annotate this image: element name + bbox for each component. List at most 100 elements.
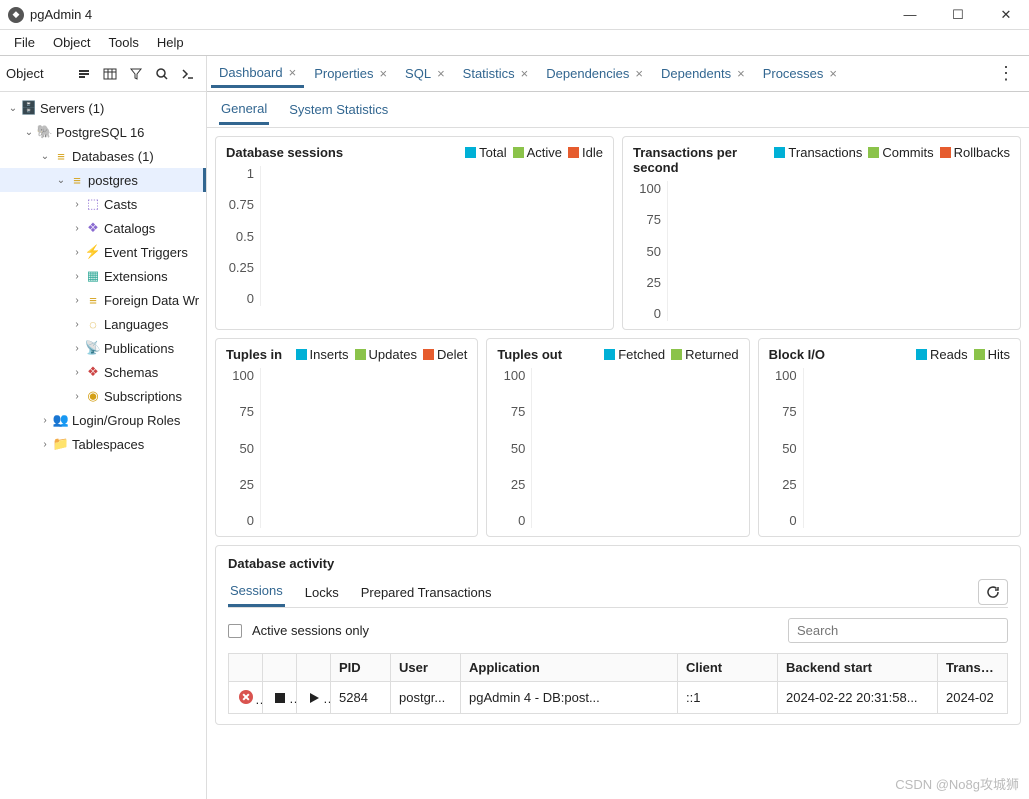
table-row[interactable]: 5284postgr...pgAdmin 4 - DB:post...::120… bbox=[229, 682, 1008, 714]
col-header[interactable]: User bbox=[391, 654, 461, 682]
tree-label: Subscriptions bbox=[104, 389, 182, 404]
close-button[interactable]: ✕ bbox=[991, 7, 1021, 23]
chevron-right-icon[interactable]: › bbox=[70, 223, 84, 234]
tree-fdw[interactable]: ›≡Foreign Data Wr bbox=[0, 288, 206, 312]
act-tab-sessions[interactable]: Sessions bbox=[228, 577, 285, 607]
tree-postgres-db[interactable]: ⌄ ≡ postgres bbox=[0, 168, 206, 192]
close-icon[interactable]: × bbox=[737, 66, 745, 81]
act-tab-prepared[interactable]: Prepared Transactions bbox=[359, 579, 494, 606]
tree-postgresql[interactable]: ⌄ 🐘 PostgreSQL 16 bbox=[0, 120, 206, 144]
legend-swatch bbox=[868, 147, 879, 158]
legend-label: Inserts bbox=[310, 347, 349, 362]
play-cell[interactable] bbox=[297, 682, 331, 714]
stop-cell[interactable] bbox=[263, 682, 297, 714]
close-icon[interactable]: × bbox=[289, 65, 297, 80]
tree-subscriptions[interactable]: ›◉Subscriptions bbox=[0, 384, 206, 408]
close-icon[interactable]: × bbox=[521, 66, 529, 81]
col-header[interactable] bbox=[229, 654, 263, 682]
tree-login-roles[interactable]: › 👥 Login/Group Roles bbox=[0, 408, 206, 432]
subtab-system-stats[interactable]: System Statistics bbox=[287, 96, 390, 123]
tab-dependencies[interactable]: Dependencies× bbox=[538, 60, 651, 88]
legend-item: Transactions bbox=[774, 145, 862, 160]
sidebar-header: Object bbox=[0, 56, 206, 92]
play-icon[interactable] bbox=[305, 689, 323, 707]
tree-extensions[interactable]: ›▦Extensions bbox=[0, 264, 206, 288]
casts-icon: ⬚ bbox=[84, 196, 102, 212]
menu-object[interactable]: Object bbox=[45, 32, 99, 53]
tree-catalogs[interactable]: ›❖Catalogs bbox=[0, 216, 206, 240]
filter-icon[interactable] bbox=[124, 62, 148, 86]
cancel-icon[interactable] bbox=[237, 688, 255, 706]
extensions-icon: ▦ bbox=[84, 268, 102, 284]
menu-tools[interactable]: Tools bbox=[101, 32, 147, 53]
legend-swatch bbox=[568, 147, 579, 158]
close-icon[interactable]: × bbox=[829, 66, 837, 81]
y-tick: 25 bbox=[497, 477, 525, 492]
chevron-right-icon[interactable]: › bbox=[70, 367, 84, 378]
chevron-down-icon[interactable]: ⌄ bbox=[54, 175, 68, 186]
tab-properties[interactable]: Properties× bbox=[306, 60, 395, 88]
chevron-right-icon[interactable]: › bbox=[70, 271, 84, 282]
psql-icon[interactable] bbox=[176, 62, 200, 86]
tab-processes[interactable]: Processes× bbox=[755, 60, 845, 88]
cancel-cell[interactable] bbox=[229, 682, 263, 714]
tree-languages[interactable]: ›◌Languages bbox=[0, 312, 206, 336]
chevron-right-icon[interactable]: › bbox=[70, 319, 84, 330]
view-data-icon[interactable] bbox=[98, 62, 122, 86]
cell-app: pgAdmin 4 - DB:post... bbox=[461, 682, 678, 714]
tree-label: Event Triggers bbox=[104, 245, 188, 260]
chevron-down-icon[interactable]: ⌄ bbox=[22, 127, 36, 138]
query-tool-icon[interactable] bbox=[72, 62, 96, 86]
stop-icon[interactable] bbox=[271, 689, 289, 707]
legend-label: Active bbox=[527, 145, 562, 160]
chevron-down-icon[interactable]: ⌄ bbox=[38, 151, 52, 162]
card-title: Database sessions bbox=[226, 145, 343, 160]
tree-tablespaces[interactable]: › 📁 Tablespaces bbox=[0, 432, 206, 456]
col-header[interactable]: Transact bbox=[938, 654, 1008, 682]
chevron-right-icon[interactable]: › bbox=[70, 391, 84, 402]
chevron-right-icon[interactable]: › bbox=[70, 295, 84, 306]
tree-casts[interactable]: ›⬚Casts bbox=[0, 192, 206, 216]
close-icon[interactable]: × bbox=[635, 66, 643, 81]
subtab-general[interactable]: General bbox=[219, 95, 269, 125]
cell-pid: 5284 bbox=[331, 682, 391, 714]
chevron-right-icon[interactable]: › bbox=[70, 199, 84, 210]
active-only-checkbox[interactable] bbox=[228, 624, 242, 638]
catalogs-icon: ❖ bbox=[84, 220, 102, 236]
maximize-button[interactable]: ☐ bbox=[943, 7, 973, 23]
chevron-right-icon[interactable]: › bbox=[70, 247, 84, 258]
tabs-overflow-icon[interactable]: ⋮ bbox=[987, 63, 1025, 84]
tab-statistics[interactable]: Statistics× bbox=[455, 60, 537, 88]
menu-file[interactable]: File bbox=[6, 32, 43, 53]
refresh-button[interactable] bbox=[978, 579, 1008, 605]
close-icon[interactable]: × bbox=[379, 66, 387, 81]
chevron-right-icon[interactable]: › bbox=[38, 439, 52, 450]
y-tick: 0 bbox=[769, 513, 797, 528]
chevron-down-icon[interactable]: ⌄ bbox=[6, 103, 20, 114]
tab-dependents[interactable]: Dependents× bbox=[653, 60, 753, 88]
close-icon[interactable]: × bbox=[437, 66, 445, 81]
col-header[interactable] bbox=[263, 654, 297, 682]
col-header[interactable]: Backend start bbox=[778, 654, 938, 682]
search-input[interactable] bbox=[788, 618, 1008, 643]
tree-label: Languages bbox=[104, 317, 168, 332]
col-header[interactable]: Application bbox=[461, 654, 678, 682]
server-group-icon: 🗄️ bbox=[20, 100, 38, 116]
tree-label: Schemas bbox=[104, 365, 158, 380]
tree-databases[interactable]: ⌄ ≡ Databases (1) bbox=[0, 144, 206, 168]
search-icon[interactable] bbox=[150, 62, 174, 86]
col-header[interactable] bbox=[297, 654, 331, 682]
act-tab-locks[interactable]: Locks bbox=[303, 579, 341, 606]
minimize-button[interactable]: — bbox=[895, 7, 925, 23]
menu-help[interactable]: Help bbox=[149, 32, 192, 53]
chevron-right-icon[interactable]: › bbox=[38, 415, 52, 426]
tree-event-triggers[interactable]: ›⚡Event Triggers bbox=[0, 240, 206, 264]
tab-dashboard[interactable]: Dashboard× bbox=[211, 60, 304, 88]
col-header[interactable]: Client bbox=[678, 654, 778, 682]
chevron-right-icon[interactable]: › bbox=[70, 343, 84, 354]
tree-publications[interactable]: ›📡Publications bbox=[0, 336, 206, 360]
tree-schemas[interactable]: ›❖Schemas bbox=[0, 360, 206, 384]
tree-servers[interactable]: ⌄ 🗄️ Servers (1) bbox=[0, 96, 206, 120]
col-header[interactable]: PID bbox=[331, 654, 391, 682]
tab-sql[interactable]: SQL× bbox=[397, 60, 453, 88]
